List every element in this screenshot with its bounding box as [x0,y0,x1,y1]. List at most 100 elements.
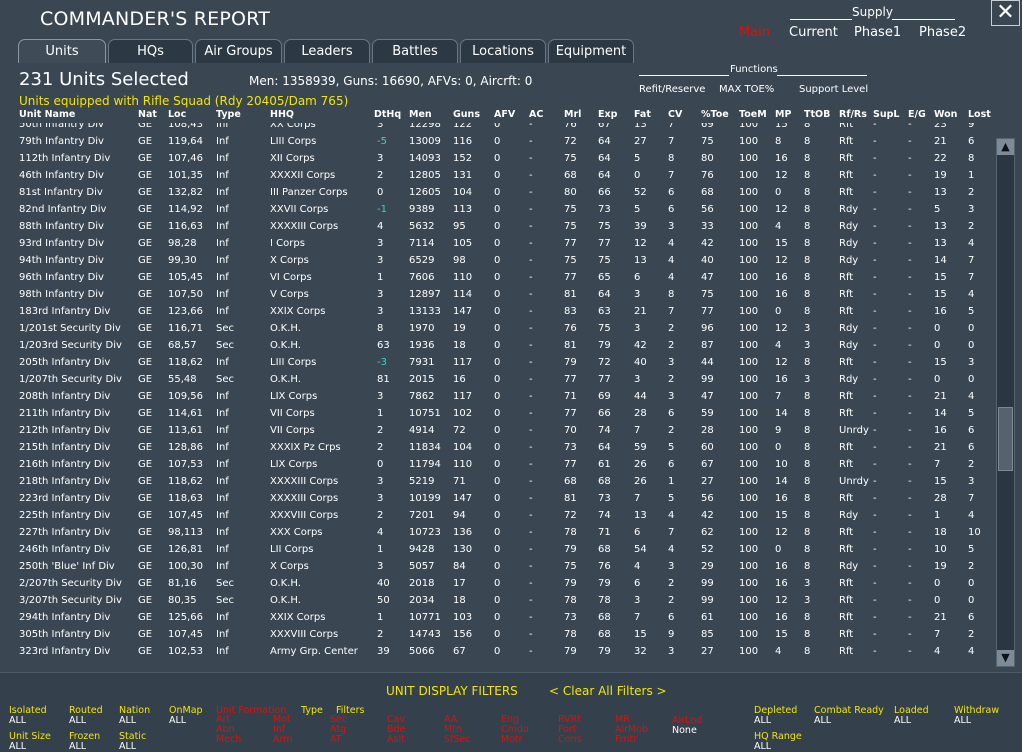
table-cell[interactable]: 112th Infantry Div [19,153,110,164]
table-row[interactable]: 1/203rd Security Div GE 68,57 Sec O.K.H. 63 19… [0,336,995,353]
table-row[interactable]: 112th Infantry Div GE 107,46 Inf XII Corps 3 1… [0,149,995,166]
table-row[interactable]: 183rd Infantry Div GE 123,66 Inf XXIX Corps 3… [0,302,995,319]
column-header[interactable]: Rf/Rs [839,109,867,120]
table-row[interactable]: 2/207th Security Div GE 81,16 Sec O.K.H. 40 20… [0,574,995,591]
table-cell[interactable]: 79th Infantry Div [19,136,104,147]
filter-unit-size-value[interactable]: ALL [9,741,26,752]
supply-option-main[interactable]: Main [739,25,770,40]
column-header[interactable]: Exp [598,109,617,120]
filter-withdraw-value[interactable]: ALL [954,715,971,726]
table-cell[interactable]: 223rd Infantry Div [19,493,110,504]
table-cell[interactable]: 81st Infantry Div [19,187,103,198]
filter-isolated-value[interactable]: ALL [9,715,26,726]
table-cell[interactable]: 216th Infantry Div [19,459,110,470]
filter-static-value[interactable]: ALL [119,741,136,752]
table-cell[interactable]: 227th Infantry Div [19,527,110,538]
table-row[interactable]: 323rd Infantry Div GE 102,53 Inf Army Grp. C… [0,642,995,659]
table-cell[interactable]: 1/207th Security Div [19,374,122,385]
table-row[interactable]: 81st Infantry Div GE 132,82 Inf III Panzer C… [0,183,995,200]
down-arrow-icon[interactable]: ▼ [997,650,1014,666]
tab-locations[interactable]: Locations [460,39,546,63]
column-header[interactable]: Won [934,109,957,120]
table-row[interactable]: 94th Infantry Div GE 99,30 Inf X Corps 3 6529 9… [0,251,995,268]
table-cell[interactable]: 98th Infantry Div [19,289,104,300]
formation-option[interactable]: Motr [501,735,523,745]
supply-option-current[interactable]: Current [789,25,838,40]
filter-depleted-value[interactable]: ALL [754,715,771,726]
table-cell[interactable]: 50th Infantry Div [19,123,104,130]
table-row[interactable]: 79th Infantry Div GE 119,64 Inf LIII Corps -5… [0,132,995,149]
tab-air-groups[interactable]: Air Groups [195,39,282,63]
table-row[interactable]: 205th Infantry Div GE 118,62 Inf LIII Corps -… [0,353,995,370]
column-header[interactable]: Guns [453,109,480,120]
table-row[interactable]: 82nd Infantry Div GE 114,92 Inf XXVII Corps -… [0,200,995,217]
table-cell[interactable]: 305th Infantry Div [19,629,110,640]
tab-equipment[interactable]: Equipment [548,39,634,63]
table-cell[interactable]: 3/207th Security Div [19,595,122,606]
column-header[interactable]: MP [775,109,791,120]
column-header[interactable]: TtOB [804,109,830,120]
table-cell[interactable]: 1/201st Security Div [19,323,121,334]
tab-battles[interactable]: Battles [372,39,458,63]
table-cell[interactable]: 215th Infantry Div [19,442,110,453]
table-row[interactable]: 3/207th Security Div GE 80,35 Sec O.K.H. 50 20… [0,591,995,608]
table-row[interactable]: 305th Infantry Div GE 107,45 Inf XXXVIII Cor… [0,625,995,642]
column-header[interactable]: Lost [968,109,991,120]
column-header[interactable]: Loc [168,109,186,120]
table-cell[interactable]: 183rd Infantry Div [19,306,110,317]
column-header[interactable]: AFV [494,109,515,120]
supply-option-phase2[interactable]: Phase2 [919,25,966,40]
filter-airland-value[interactable]: None [672,725,697,736]
column-header[interactable]: HHQ [270,109,294,120]
supply-option-phase1[interactable]: Phase1 [854,25,901,40]
table-cell[interactable]: 205th Infantry Div [19,357,110,368]
scroll-thumb[interactable] [998,407,1013,471]
close-x-icon[interactable]: ✕ [991,0,1020,26]
table-row[interactable]: 93rd Infantry Div GE 98,28 Inf I Corps 3 7114 1… [0,234,995,251]
column-header[interactable]: E/G [908,109,926,120]
table-row[interactable]: 208th Infantry Div GE 109,56 Inf LIX Corps 3 7… [0,387,995,404]
table-row[interactable]: 98th Infantry Div GE 107,50 Inf V Corps 3 1289… [0,285,995,302]
table-row[interactable]: 223rd Infantry Div GE 118,63 Inf XXXXIII Cor… [0,489,995,506]
tab-hqs[interactable]: HQs [108,39,193,63]
table-cell[interactable]: 225th Infantry Div [19,510,110,521]
table-row[interactable]: 294th Infantry Div GE 125,66 Inf XXIX Corps 1… [0,608,995,625]
table-row[interactable]: 50th Infantry Div GE 108,43 Inf XX Corps 3 122… [0,123,995,132]
table-row[interactable]: 225th Infantry Div GE 107,45 Inf XXXVIII Cor… [0,506,995,523]
column-header[interactable]: %Toe [701,109,729,120]
formation-option[interactable]: Arm [273,735,293,745]
column-header[interactable]: SupL [873,109,899,120]
table-cell[interactable]: 211th Infantry Div [19,408,110,419]
table-cell[interactable]: 46th Infantry Div [19,170,104,181]
table-cell[interactable]: 88th Infantry Div [19,221,104,232]
table-row[interactable]: 88th Infantry Div GE 116,63 Inf XXXXIII Corp… [0,217,995,234]
column-header[interactable]: Unit Name [19,109,75,120]
table-row[interactable]: 250th 'Blue' Inf Div GE 100,30 Inf X Corps 3 5… [0,557,995,574]
column-header[interactable]: AC [529,109,543,120]
column-header[interactable]: CV [668,109,682,120]
column-header[interactable]: Nat [138,109,157,120]
table-cell[interactable]: 250th 'Blue' Inf Div [19,561,115,572]
filter-routed-value[interactable]: ALL [69,715,86,726]
filter-combat-ready-value[interactable]: ALL [814,715,831,726]
table-cell[interactable]: 212th Infantry Div [19,425,110,436]
column-header[interactable]: DtHq [374,109,401,120]
table-row[interactable]: 218th Infantry Div GE 118,62 Inf XXXXIII Cor… [0,472,995,489]
column-header[interactable]: ToeM [739,109,767,120]
max-toe-button[interactable]: MAX TOE% [719,84,774,95]
formation-option[interactable]: Aslt [387,735,405,745]
column-header[interactable]: Men [409,109,432,120]
formation-option[interactable]: Cons [558,735,581,745]
formation-option[interactable]: SfSec [444,735,470,745]
tab-units[interactable]: Units [18,39,106,63]
formation-option[interactable]: Mech [216,735,241,745]
clear-all-filters-button[interactable]: < Clear All Filters > [549,684,667,698]
filter-nation-value[interactable]: ALL [119,715,136,726]
table-cell[interactable]: 2/207th Security Div [19,578,122,589]
filter-hq-range-value[interactable]: ALL [754,741,771,752]
support-level-button[interactable]: Support Level [799,84,868,95]
table-row[interactable]: 246th Infantry Div GE 126,81 Inf LII Corps 1 9… [0,540,995,557]
table-cell[interactable]: 93rd Infantry Div [19,238,104,249]
column-header[interactable]: Fat [634,109,651,120]
formation-option[interactable]: Frntr [615,735,637,745]
